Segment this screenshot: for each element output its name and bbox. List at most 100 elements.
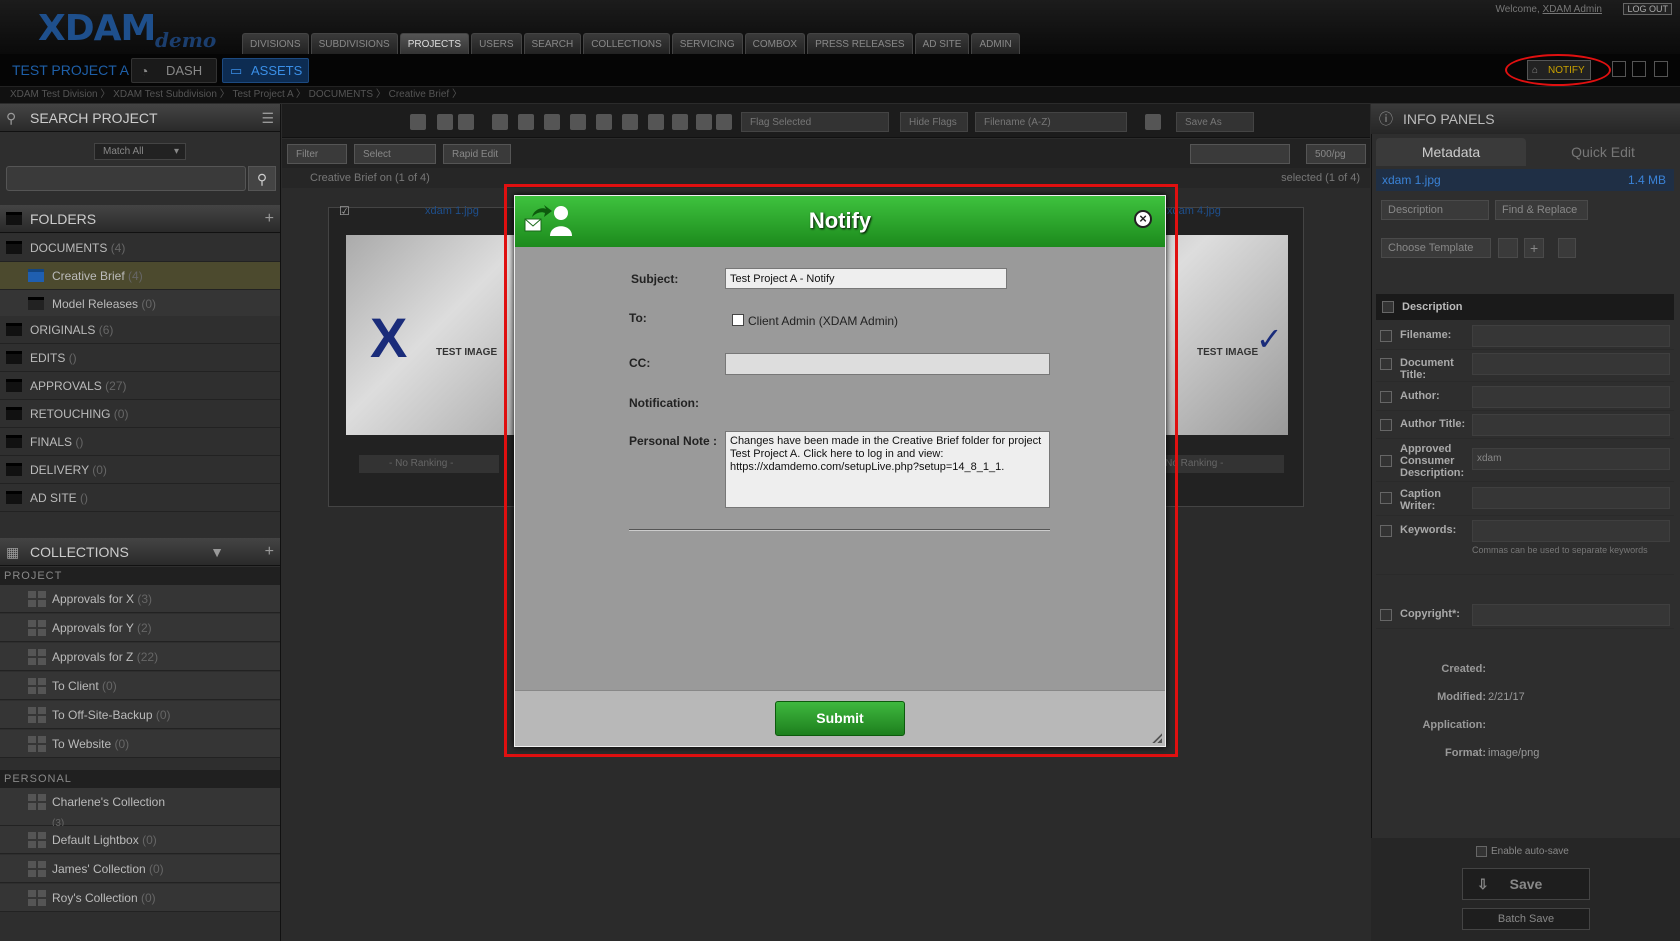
autosave-toggle[interactable]: Enable auto-save bbox=[1476, 846, 1569, 857]
field-input[interactable] bbox=[1472, 353, 1670, 375]
to-recipient-checkbox[interactable] bbox=[732, 314, 744, 326]
folder-creative-brief[interactable]: Creative Brief (4) bbox=[0, 262, 280, 290]
field-checkbox[interactable] bbox=[1380, 455, 1392, 467]
folder-model-releases[interactable]: Model Releases (0) bbox=[0, 290, 280, 318]
field-input[interactable] bbox=[1472, 325, 1670, 347]
text-icon[interactable] bbox=[622, 114, 638, 130]
autosave-checkbox[interactable] bbox=[1476, 846, 1487, 857]
resize-handle-icon[interactable] bbox=[1150, 731, 1162, 743]
collection-item[interactable]: Charlene's Collection (3) bbox=[0, 788, 280, 829]
nav-search[interactable]: SEARCH bbox=[523, 33, 582, 54]
grid-view-icon[interactable] bbox=[492, 114, 508, 130]
description-dropdown[interactable]: Description bbox=[1381, 200, 1489, 220]
filter-icon[interactable]: ▼ bbox=[210, 538, 224, 566]
add-folder-icon[interactable]: + bbox=[265, 205, 274, 233]
collection-item[interactable]: Default Lightbox (0) bbox=[0, 826, 280, 854]
select-dropdown[interactable]: Select bbox=[354, 144, 436, 164]
nav-admin[interactable]: ADMIN bbox=[971, 33, 1020, 54]
hide-flags-button[interactable]: Hide Flags bbox=[900, 112, 968, 132]
collection-item[interactable]: To Website (0) bbox=[0, 730, 280, 758]
ranking-dropdown[interactable]: - No Ranking - bbox=[359, 455, 499, 473]
collection-item[interactable]: Roy's Collection (0) bbox=[0, 884, 280, 912]
folder-delivery[interactable]: DELIVERY (0) bbox=[0, 456, 280, 484]
collection-item[interactable]: To Off-Site-Backup (0) bbox=[0, 701, 280, 729]
add-template-icon[interactable]: + bbox=[1524, 238, 1544, 258]
collection-item[interactable]: Approvals for Z (22) bbox=[0, 643, 280, 671]
apply-template-icon[interactable] bbox=[1498, 238, 1518, 258]
folder-retouching[interactable]: RETOUCHING (0) bbox=[0, 400, 280, 428]
folder-finals[interactable]: FINALS () bbox=[0, 428, 280, 456]
fit-icon[interactable] bbox=[1145, 114, 1161, 130]
copy-icon[interactable] bbox=[544, 114, 560, 130]
menu-icon[interactable]: ☰ bbox=[261, 104, 274, 132]
tab-metadata[interactable]: Metadata bbox=[1376, 138, 1526, 166]
flag-selected-dropdown[interactable]: Flag Selected bbox=[741, 112, 889, 132]
cc-input[interactable] bbox=[725, 353, 1050, 375]
save-button[interactable]: ⇩ Save bbox=[1462, 868, 1590, 900]
folder-edits[interactable]: EDITS () bbox=[0, 344, 280, 372]
personal-note-textarea[interactable]: Changes have been made in the Creative B… bbox=[725, 431, 1050, 508]
settings-icon[interactable] bbox=[410, 114, 426, 130]
field-checkbox[interactable] bbox=[1380, 609, 1392, 621]
search-input[interactable] bbox=[6, 166, 246, 191]
nav-combox[interactable]: COMBOX bbox=[744, 33, 806, 54]
batch-save-button[interactable]: Batch Save bbox=[1462, 908, 1590, 930]
subject-input[interactable] bbox=[725, 268, 1007, 289]
find-replace-button[interactable]: Find & Replace bbox=[1495, 200, 1588, 220]
field-checkbox[interactable] bbox=[1380, 391, 1392, 403]
nav-collections[interactable]: COLLECTIONS bbox=[583, 33, 670, 54]
trash-icon[interactable] bbox=[716, 114, 732, 130]
rotate-right-icon[interactable] bbox=[672, 114, 688, 130]
save-as-button[interactable]: Save As bbox=[1176, 112, 1254, 132]
field-input[interactable] bbox=[1472, 520, 1670, 542]
section-checkbox[interactable] bbox=[1382, 301, 1394, 313]
field-input[interactable] bbox=[1472, 604, 1670, 626]
close-icon[interactable]: × bbox=[1134, 210, 1152, 228]
user-link[interactable]: XDAM Admin bbox=[1543, 4, 1602, 15]
fullscreen-icon[interactable] bbox=[1632, 61, 1646, 77]
per-page-dropdown[interactable]: 500/pg bbox=[1306, 144, 1366, 164]
search-button[interactable]: ⚲ bbox=[248, 166, 276, 191]
nav-subdivisions[interactable]: SUBDIVISIONS bbox=[310, 33, 398, 54]
xdam-logo[interactable]: XDAM bbox=[38, 8, 156, 49]
email-icon[interactable] bbox=[518, 114, 534, 130]
match-all-select[interactable]: Match All ▾ bbox=[94, 143, 186, 160]
collection-item[interactable]: Approvals for X (3) bbox=[0, 585, 280, 613]
add-collection-icon[interactable]: + bbox=[265, 538, 274, 566]
rotate-left-icon[interactable] bbox=[648, 114, 664, 130]
field-input[interactable]: xdam bbox=[1472, 448, 1670, 470]
field-checkbox[interactable] bbox=[1380, 419, 1392, 431]
field-input[interactable] bbox=[1472, 487, 1670, 509]
field-checkbox[interactable] bbox=[1380, 330, 1392, 342]
folder-ad-site[interactable]: AD SITE () bbox=[0, 484, 280, 512]
field-input[interactable] bbox=[1472, 386, 1670, 408]
layout-icon[interactable] bbox=[1612, 61, 1626, 77]
thumbnail-filename[interactable]: xdam 1.jpg bbox=[425, 205, 479, 217]
nav-press-releases[interactable]: PRESS RELEASES bbox=[807, 33, 913, 54]
collection-item[interactable]: Approvals for Y (2) bbox=[0, 614, 280, 642]
print-icon[interactable] bbox=[596, 114, 612, 130]
dash-button[interactable]: ◔ DASH bbox=[131, 58, 217, 83]
filter-button[interactable]: Filter bbox=[287, 144, 347, 164]
nav-users[interactable]: USERS bbox=[471, 33, 522, 54]
nav-ad-site[interactable]: AD SITE bbox=[914, 33, 970, 54]
nav-servicing[interactable]: SERVICING bbox=[671, 33, 743, 54]
collection-item[interactable]: To Client (0) bbox=[0, 672, 280, 700]
arrow-down-icon[interactable] bbox=[458, 114, 474, 130]
folder-approvals[interactable]: APPROVALS (27) bbox=[0, 372, 280, 400]
zoom-slider[interactable] bbox=[1190, 144, 1290, 164]
collection-item[interactable]: James' Collection (0) bbox=[0, 855, 280, 883]
assets-button[interactable]: ▭ ASSETS bbox=[222, 58, 309, 83]
submit-button[interactable]: Submit bbox=[775, 701, 905, 736]
field-checkbox[interactable] bbox=[1380, 492, 1392, 504]
to-recipient-label[interactable]: Client Admin (XDAM Admin) bbox=[748, 314, 898, 328]
field-input[interactable] bbox=[1472, 414, 1670, 436]
select-checkbox[interactable]: ☑ bbox=[339, 204, 350, 218]
tab-quick-edit[interactable]: Quick Edit bbox=[1530, 138, 1676, 166]
rapid-edit-button[interactable]: Rapid Edit bbox=[443, 144, 511, 164]
lock-icon[interactable] bbox=[696, 114, 712, 130]
folder-documents[interactable]: DOCUMENTS (4) bbox=[0, 234, 280, 262]
panel-toggle-icon[interactable] bbox=[1654, 61, 1668, 77]
field-checkbox[interactable] bbox=[1380, 358, 1392, 370]
logout-button[interactable]: LOG OUT bbox=[1623, 3, 1672, 15]
